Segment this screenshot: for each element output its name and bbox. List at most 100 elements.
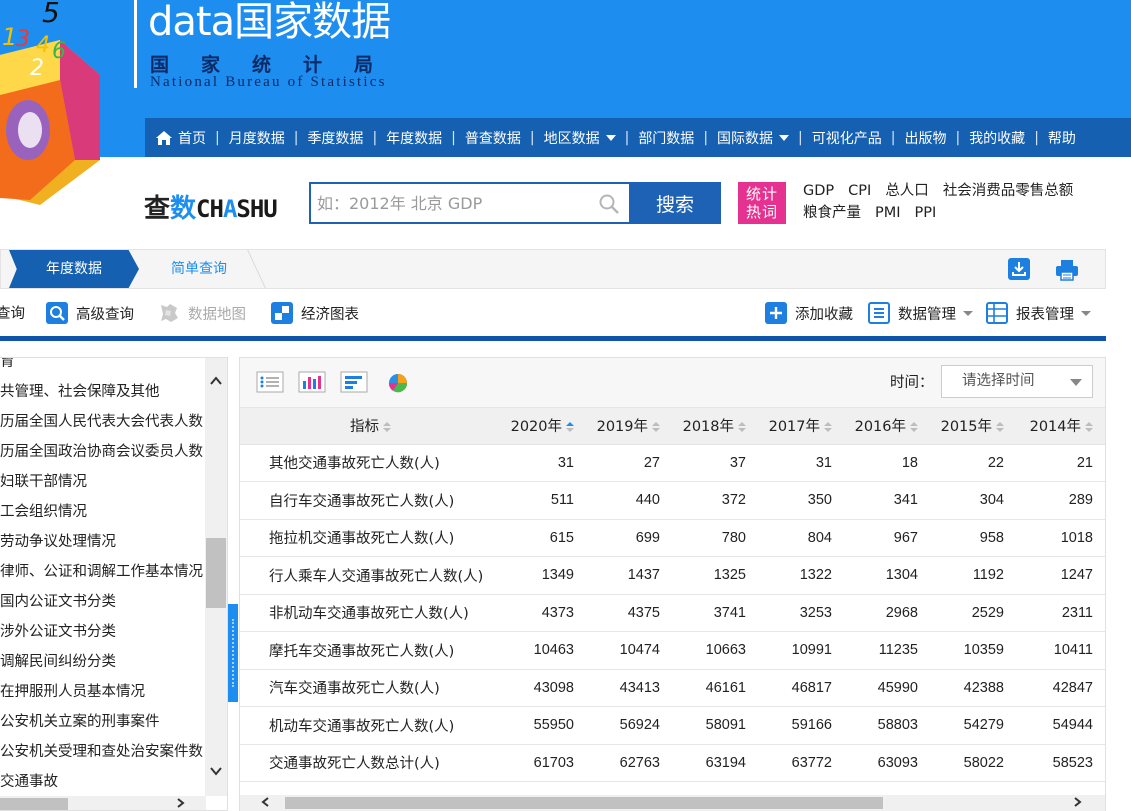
sort-icon[interactable] [652, 421, 660, 433]
breadcrumb-annual-data[interactable]: 年度数据 [9, 250, 139, 288]
add-favorite-button[interactable]: 添加收藏 [765, 302, 853, 324]
hot-word-link[interactable]: 社会消费品零售总额 [943, 183, 1074, 199]
tree-item[interactable]: 在押服刑人员基本情况 [0, 677, 206, 707]
tree-item[interactable]: 调解民间纠纷分类 [0, 647, 206, 677]
tree-vertical-scrollbar[interactable] [205, 358, 227, 796]
indicator-name[interactable]: 摩托车交通事故死亡人数(人) [240, 631, 497, 670]
cell-value: 10663 [672, 631, 758, 670]
advanced-query-button[interactable]: 高级查询 [46, 302, 134, 324]
nav-item-department[interactable]: 部门数据 [638, 128, 694, 148]
hot-word-link[interactable]: GDP [803, 183, 834, 199]
column-header-indicator[interactable]: 指标 [240, 408, 497, 445]
indicator-name[interactable]: 交通事故死亡人数总计(人) [240, 744, 497, 782]
nav-item-visualization[interactable]: 可视化产品 [812, 128, 882, 148]
nav-label: 地区数据 [543, 130, 600, 147]
column-header-year[interactable]: 2019年 [586, 408, 672, 445]
nav-item-quarterly[interactable]: 季度数据 [307, 128, 363, 148]
cell-value: 967 [844, 519, 930, 557]
nav-item-home[interactable]: 首页 [155, 128, 206, 148]
indicator-name[interactable]: 机动车交通事故死亡人数(人) [240, 706, 497, 745]
table-horizontal-scrollbar[interactable] [240, 795, 1105, 811]
column-header-year[interactable]: 2018年 [672, 408, 758, 445]
data-management-button[interactable]: 数据管理 [868, 302, 973, 324]
nav-item-publications[interactable]: 出版物 [904, 128, 946, 148]
tree-item[interactable]: 国内公证文书分类 [0, 587, 206, 617]
search-input[interactable] [309, 182, 629, 224]
nav-item-international[interactable]: 国际数据 [717, 128, 790, 148]
tree-item[interactable]: 劳动争议处理情况 [0, 527, 206, 557]
hot-word-link[interactable]: 粮食产量 [803, 205, 861, 221]
tree-item[interactable]: 妇联干部情况 [0, 467, 206, 497]
chevron-left-icon[interactable] [260, 796, 272, 808]
tree-item[interactable]: 共管理、社会保障及其他 [0, 377, 206, 407]
print-icon[interactable] [1055, 258, 1079, 282]
hot-word-link[interactable]: CPI [848, 183, 871, 199]
nav-item-census[interactable]: 普查数据 [465, 128, 521, 148]
table-view-icon[interactable] [256, 371, 284, 393]
chevron-right-icon[interactable] [1071, 796, 1083, 808]
tree-item[interactable]: 历届全国政治协商会议委员人数 [0, 437, 206, 467]
indicator-name[interactable]: 汽车交通事故死亡人数(人) [240, 669, 497, 707]
cell-value: 21 [1016, 444, 1105, 482]
column-header-year[interactable]: 2015年 [930, 408, 1016, 445]
cell-value: 46817 [758, 669, 844, 707]
indicator-name[interactable]: 非机动车交通事故死亡人数(人) [240, 594, 497, 632]
download-icon[interactable] [1008, 258, 1030, 280]
tree-item[interactable]: 公安机关立案的刑事案件 [0, 707, 206, 737]
sort-icon[interactable] [383, 421, 391, 433]
sort-icon[interactable] [996, 421, 1004, 433]
search-icon[interactable] [598, 193, 620, 215]
chevron-right-icon[interactable] [174, 797, 186, 809]
tree-item[interactable]: 历届全国人民代表大会代表人数 [0, 407, 206, 437]
tree-item[interactable]: 律师、公证和调解工作基本情况 [0, 557, 206, 587]
tree-item[interactable]: 涉外公证文书分类 [0, 617, 206, 647]
tree-item[interactable]: 育 [0, 358, 206, 377]
nav-item-annual[interactable]: 年度数据 [386, 128, 442, 148]
pie-chart-view-icon[interactable] [384, 371, 412, 393]
indicator-name[interactable]: 自行车交通事故死亡人数(人) [240, 481, 497, 520]
indicator-name[interactable]: 其他交通事故死亡人数(人) [240, 444, 497, 482]
nav-item-favorites[interactable]: 我的收藏 [969, 128, 1025, 148]
chevron-down-icon[interactable] [209, 764, 223, 778]
panel-splitter-handle[interactable] [228, 604, 238, 702]
hot-words-badge: 统计 热词 [738, 182, 786, 224]
sort-icon[interactable] [910, 421, 918, 433]
indicator-name[interactable]: 行人乘车人交通事故死亡人数(人) [240, 556, 497, 595]
cell-value: 18 [844, 444, 930, 482]
query-button[interactable]: 查询 [0, 302, 25, 323]
search-button[interactable]: 搜索 [629, 182, 721, 224]
indicator-name[interactable]: 拖拉机交通事故死亡人数(人) [240, 519, 497, 557]
economic-chart-button[interactable]: 经济图表 [271, 302, 359, 324]
tree-item[interactable]: 工会组织情况 [0, 497, 206, 527]
sort-icon[interactable] [824, 421, 832, 433]
cell-value: 61703 [497, 744, 586, 782]
sort-icon[interactable] [738, 421, 746, 433]
column-header-year[interactable]: 2016年 [844, 408, 930, 445]
column-header-year[interactable]: 2020年 [497, 408, 586, 445]
report-management-button[interactable]: 报表管理 [986, 302, 1091, 324]
horizontal-bar-view-icon[interactable] [340, 371, 368, 393]
hot-word-link[interactable]: PMI [875, 205, 901, 221]
scrollbar-thumb[interactable] [206, 538, 226, 608]
nav-item-regional[interactable]: 地区数据 [544, 128, 616, 148]
nav-item-monthly[interactable]: 月度数据 [229, 128, 285, 148]
chevron-up-icon[interactable] [209, 374, 223, 388]
bar-chart-view-icon[interactable] [298, 371, 326, 393]
scrollbar-thumb[interactable] [0, 798, 68, 810]
cell-value: 62763 [586, 744, 672, 782]
sort-icon[interactable] [1085, 421, 1093, 433]
org-name-cn: 国家统计局 [150, 54, 406, 76]
tree-horizontal-scrollbar[interactable] [0, 796, 206, 810]
column-header-year[interactable]: 2017年 [758, 408, 844, 445]
nav-item-help[interactable]: 帮助 [1048, 128, 1076, 148]
hot-word-link[interactable]: PPI [915, 205, 937, 221]
column-header-year[interactable]: 2014年 [1016, 408, 1105, 445]
breadcrumb-simple-query[interactable]: 简单查询 [147, 250, 257, 288]
tree-item[interactable]: 交通事故 [0, 767, 206, 797]
tree-item[interactable]: 公安机关受理和查处治安案件数 [0, 737, 206, 767]
hot-word-link[interactable]: 总人口 [885, 183, 929, 199]
data-map-button[interactable]: 数据地图 [158, 302, 246, 324]
scrollbar-thumb[interactable] [285, 797, 883, 809]
time-select[interactable]: 请选择时间 [941, 365, 1093, 398]
sort-icon[interactable] [566, 421, 574, 433]
